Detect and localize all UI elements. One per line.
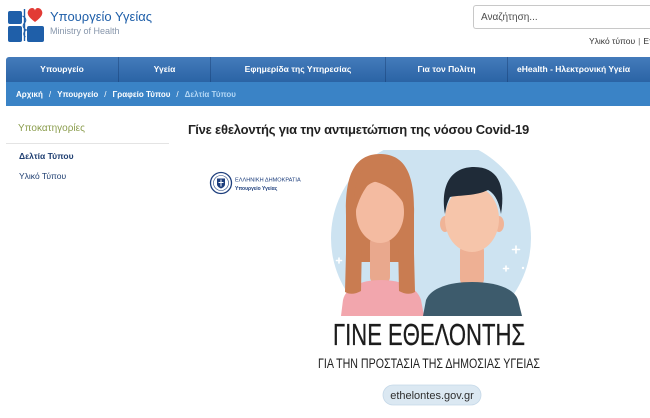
site-logo[interactable]: Υπουργείο Υγείας Ministry of Health (8, 6, 158, 42)
breadcrumb-separator: / (48, 89, 52, 99)
nav-item-citizen[interactable]: Για τον Πολίτη (385, 57, 507, 82)
breadcrumb-home[interactable]: Αρχική (16, 90, 43, 99)
logo-subtitle: Ministry of Health (50, 26, 120, 36)
volunteer-poster-image: ΕΛΛΗΝΙΚΗ ΔΗΜΟΚΡΑΤΙΑ Υπουργείο Υγείας ΓΙΝ… (198, 150, 550, 418)
woman-neck (370, 236, 390, 284)
poster-subline: ΓΙΑ ΤΗΝ ΠΡΟΣΤΑΣΙΑ ΤΗΣ ΔΗΜΟΣΙΑΣ ΥΓΕΙΑΣ (318, 356, 540, 371)
sidebar-item-press-releases[interactable]: Δελτία Τύπου (19, 151, 74, 162)
nav-item-ministry[interactable]: Υπουργείο (6, 57, 118, 82)
breadcrumb-current-press-releases: Δελτία Τύπου (184, 89, 236, 99)
page: Υπουργείο Υγείας Ministry of Health Υλικ… (0, 0, 650, 418)
url-badge-text: ethelontes.gov.gr (390, 390, 474, 402)
breadcrumb-press-office[interactable]: Γραφείο Τύπου (112, 90, 170, 99)
top-link-press-material[interactable]: Υλικό τύπου (589, 36, 635, 46)
ministry-of-health-logo-icon (8, 8, 44, 42)
nav-item-health[interactable]: Υγεία (118, 57, 210, 82)
article-title: Γίνε εθελοντής για την αντιμετώπιση της … (188, 122, 529, 137)
greek-state-emblem-icon (209, 171, 233, 195)
top-link-truncated[interactable]: Ετ (643, 36, 650, 46)
main-nav: Υπουργείο Υγεία Εφημερίδα της Υπηρεσίας … (6, 57, 650, 82)
logo-title: Υπουργείο Υγείας (50, 9, 152, 24)
nav-item-gazette[interactable]: Εφημερίδα της Υπηρεσίας (210, 57, 385, 82)
sidebar-heading: Υποκατηγορίες (18, 123, 85, 134)
sidebar-divider (6, 143, 169, 144)
top-links-separator: | (638, 36, 641, 46)
breadcrumb-separator: / (104, 89, 107, 99)
breadcrumb: Αρχική / Υπουργείο / Γραφείο Τύπου / Δελ… (6, 82, 650, 106)
url-badge: ethelontes.gov.gr (382, 384, 482, 406)
sidebar-item-press-material[interactable]: Υλικό Τύπου (19, 171, 66, 182)
emblem-line-1: ΕΛΛΗΝΙΚΗ ΔΗΜΟΚΡΑΤΙΑ (235, 178, 301, 184)
top-links: Υλικό τύπου|Ετ (589, 35, 650, 47)
search-input[interactable] (473, 5, 650, 29)
breadcrumb-ministry[interactable]: Υπουργείο (57, 90, 98, 99)
poster-headline: ΓΙΝΕ ΕΘΕΛΟΝΤΗΣ (333, 317, 525, 352)
breadcrumb-separator: / (176, 89, 179, 99)
emblem-line-2: Υπουργείο Υγείας (235, 186, 278, 192)
nav-item-ehealth[interactable]: eHealth - Ηλεκτρονική Υγεία (507, 57, 650, 82)
